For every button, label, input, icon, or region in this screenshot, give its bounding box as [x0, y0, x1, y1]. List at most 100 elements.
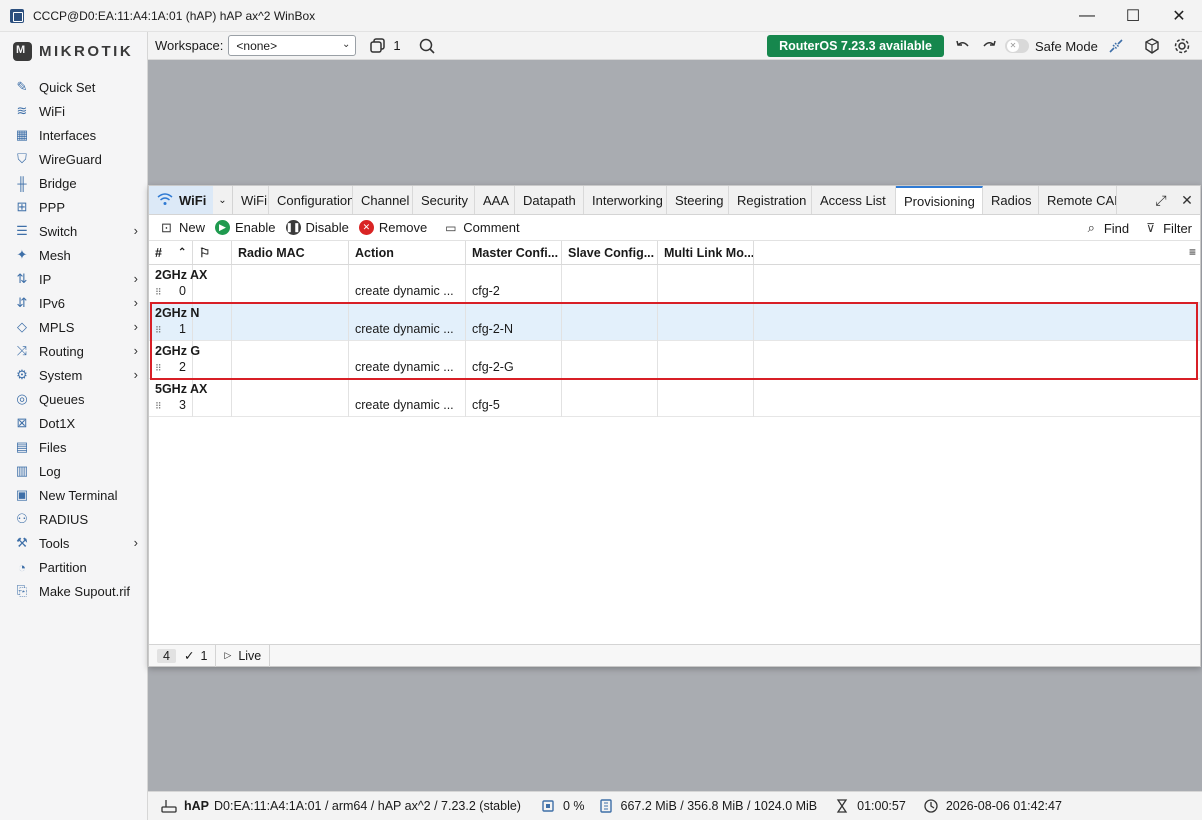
find-search-icon: ⌕ [1087, 220, 1095, 235]
sidebar-item-tools[interactable]: ⚒ Tools › [0, 531, 148, 555]
sidebar-item-system[interactable]: ⚙ System › [0, 363, 148, 387]
new-button[interactable]: ⊡ New [159, 219, 205, 236]
sidebar-item-log[interactable]: ▥ Log [0, 459, 148, 483]
table-row[interactable]: ⠿ 3 create dynamic ... cfg-5 5GHz AX [149, 379, 1200, 417]
sidebar-item-queues[interactable]: ◎ Queues [0, 387, 148, 411]
tab-wifi[interactable]: WiFi [233, 186, 269, 214]
sidebar-item-interfaces[interactable]: ▦ Interfaces [0, 123, 148, 147]
filter-button[interactable]: ⊽ Filter [1143, 221, 1192, 236]
sidebar-item-mesh[interactable]: ✦ Mesh [0, 243, 148, 267]
gear-icon: ⚙ [16, 367, 28, 382]
sidebar-item-label: New Terminal [39, 487, 118, 503]
wifi-window-title[interactable]: WiFi [149, 186, 213, 214]
chevron-right-icon: › [133, 535, 138, 550]
table-cell: create dynamic ... [349, 265, 466, 303]
remove-button[interactable]: ✕ Remove [358, 220, 427, 235]
memory-icon [597, 797, 615, 815]
table-cell: create dynamic ... [349, 341, 466, 379]
sidebar-item-mpls[interactable]: ◇ MPLS › [0, 315, 148, 339]
table-row[interactable]: ⠿ 0 create dynamic ... cfg-2 2GHz AX [149, 265, 1200, 303]
comment-label: Comment [463, 220, 520, 235]
sidebar-item-new-terminal[interactable]: ▣ New Terminal [0, 483, 148, 507]
column-header-radio-mac[interactable]: Radio MAC [232, 241, 349, 264]
table-row[interactable]: ⠿ 1 create dynamic ... cfg-2-N 2GHz N [149, 303, 1200, 341]
settings-gear-icon[interactable] [1172, 36, 1192, 56]
tab-access-list[interactable]: Access List [812, 186, 896, 214]
drag-handle-icon[interactable]: ⠿ [155, 363, 162, 374]
sidebar-item-switch[interactable]: ☰ Switch › [0, 219, 148, 243]
sidebar-item-radius[interactable]: ⚇ RADIUS [0, 507, 148, 531]
sidebar-item-files[interactable]: ▤ Files [0, 435, 148, 459]
undo-icon[interactable] [953, 36, 973, 56]
sidebar-item-dot1x[interactable]: ⊠ Dot1X [0, 411, 148, 435]
sidebar-item-ppp[interactable]: ⊞ PPP [0, 195, 148, 219]
column-header-multi-link[interactable]: Multi Link Mo... [658, 241, 754, 264]
column-header-slave-config[interactable]: Slave Config... [562, 241, 658, 264]
row-group-label: 2GHz AX [155, 268, 208, 282]
sidebar-item-label: Dot1X [39, 415, 76, 431]
sidebar-item-ip[interactable]: ⇅ IP › [0, 267, 148, 291]
tab-radios[interactable]: Radios [983, 186, 1039, 214]
sidebar-item-wifi[interactable]: ≋ WiFi [0, 99, 148, 123]
table-cell [232, 303, 349, 341]
log-icon: ▥ [15, 463, 29, 478]
safe-mode-toggle[interactable] [1005, 39, 1029, 53]
tab-datapath[interactable]: Datapath [515, 186, 584, 214]
drag-handle-icon[interactable]: ⠿ [155, 401, 162, 412]
live-toggle[interactable]: ▷ Live [216, 644, 271, 667]
drag-handle-icon[interactable]: ⠿ [155, 325, 162, 336]
column-header-number[interactable]: # ⌃ [149, 241, 193, 264]
redo-icon[interactable] [979, 36, 999, 56]
sidebar-item-label: IPv6 [39, 295, 66, 311]
tab-registration[interactable]: Registration [729, 186, 812, 214]
tab-menu-chevron-icon[interactable]: ⌄ [213, 186, 233, 214]
drag-handle-icon[interactable]: ⠿ [155, 287, 162, 298]
find-button[interactable]: ⌕ Find [1084, 220, 1129, 236]
sidebar-item-wireguard[interactable]: ⛉ WireGuard [0, 147, 148, 171]
sidebar-item-partition[interactable]: ◔ Partition [0, 555, 148, 579]
sidebar-item-ipv6[interactable]: ⇵ IPv6 › [0, 291, 148, 315]
column-menu-icon[interactable]: ≡ [754, 241, 1200, 264]
sidebar-item-make-supout-rif[interactable]: ⎘ Make Supout.rif [0, 579, 148, 603]
sidebar-item-quick-set[interactable]: ✎ Quick Set [0, 75, 148, 99]
sidebar-item-label: Log [39, 463, 61, 479]
workspace-select[interactable]: <none> ⌄ [228, 35, 357, 56]
close-window-icon[interactable]: ✕ [1174, 192, 1200, 209]
new-icon: ⊡ [161, 219, 172, 235]
tab-steering[interactable]: Steering [667, 186, 729, 214]
tab-configuration[interactable]: Configuration [269, 186, 353, 214]
disconnect-icon[interactable] [1106, 36, 1126, 56]
undock-icon[interactable]: ⤢ [1148, 192, 1174, 209]
column-header-flag[interactable]: ⚐ [193, 241, 232, 264]
sidebar-item-routing[interactable]: ⤨ Routing › [0, 339, 148, 363]
sidebar-item-bridge[interactable]: ╫ Bridge [0, 171, 148, 195]
tab-security[interactable]: Security [413, 186, 475, 214]
package-add-icon[interactable] [1142, 36, 1162, 56]
column-header-action[interactable]: Action [349, 241, 466, 264]
search-icon[interactable] [417, 36, 437, 56]
tab-remote-cap[interactable]: Remote CAP [1039, 186, 1117, 214]
table-row[interactable]: ⠿ 2 create dynamic ... cfg-2-G 2GHz G [149, 341, 1200, 379]
uptime-value: 01:00:57 [857, 799, 906, 813]
disable-button[interactable]: ❚❚ Disable [285, 220, 349, 235]
tab-provisioning[interactable]: Provisioning [896, 186, 983, 214]
safe-mode-label: Safe Mode [1035, 38, 1098, 54]
provisioning-table: # ⌃ ⚐ Radio MAC Action Master Confi... Sl… [149, 241, 1200, 417]
total-count: 4 [157, 648, 176, 663]
minimize-button[interactable]: — [1064, 0, 1110, 32]
tab-channel[interactable]: Channel [353, 186, 413, 214]
windows-icon[interactable] [368, 36, 388, 56]
enable-button[interactable]: ▶ Enable [215, 220, 276, 235]
radius-icon: ⚇ [16, 511, 28, 526]
maximize-button[interactable]: ☐ [1110, 0, 1156, 32]
chevron-right-icon: › [133, 319, 138, 334]
tab-interworking[interactable]: Interworking [584, 186, 667, 214]
update-available-button[interactable]: RouterOS 7.23.3 available [767, 35, 944, 57]
memory-value: 667.2 MiB / 356.8 MiB / 1024.0 MiB [620, 799, 818, 813]
device-status: hAP D0:EA:11:A4:1A:01 / arm64 / hAP ax^2… [160, 797, 521, 815]
column-header-master-config[interactable]: Master Confi... [466, 241, 562, 264]
comment-button[interactable]: ▭ Comment [443, 220, 520, 235]
table-cell: create dynamic ... [349, 379, 466, 417]
tab-aaa[interactable]: AAA [475, 186, 515, 214]
close-button[interactable]: ✕ [1156, 0, 1202, 32]
